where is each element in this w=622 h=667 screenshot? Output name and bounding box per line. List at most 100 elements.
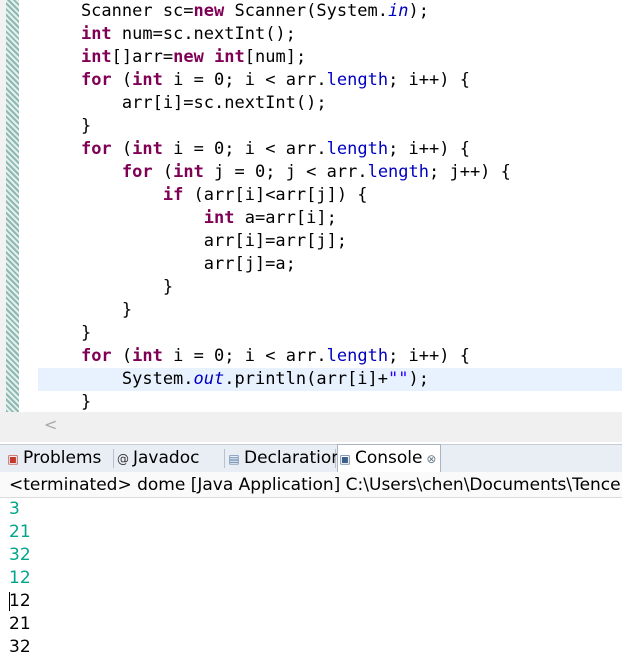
code-line[interactable]: arr[j]=a; (40, 253, 622, 276)
code-text: Scanner sc= (40, 1, 194, 21)
code-keyword: for (80, 139, 112, 159)
code-token: length (326, 70, 389, 90)
code-text: i = 0; i < arr. (162, 70, 327, 90)
code-keyword: for (80, 70, 112, 90)
code-line[interactable]: } (40, 299, 622, 322)
code-keyword: int (80, 47, 112, 67)
code-token: length (326, 346, 389, 366)
code-text: arr[j]=a; (40, 254, 296, 274)
code-text: } (40, 300, 133, 320)
code-text: []arr= (111, 47, 174, 67)
code-line[interactable]: } (40, 276, 622, 299)
code-text: ); (408, 369, 429, 389)
problems-icon: ▣ (7, 452, 19, 466)
code-line[interactable]: } (40, 115, 622, 138)
code-line[interactable]: int num=sc.nextInt(); (40, 23, 622, 46)
code-token: length (326, 139, 389, 159)
code-text: ; j++) { (429, 162, 511, 182)
code-text: [num]; (244, 47, 307, 67)
code-text: ( (111, 346, 133, 366)
code-line[interactable]: arr[i]=sc.nextInt(); (40, 92, 622, 115)
code-text: ; i++) { (388, 70, 470, 90)
code-text: j = 0; j < arr. (203, 162, 368, 182)
code-text: ; i++) { (388, 139, 470, 159)
code-line[interactable]: int[]arr=new int[num]; (40, 46, 622, 69)
code-text: Scanner(System. (224, 1, 389, 21)
code-keyword: int (80, 24, 112, 44)
code-keyword: int (203, 208, 235, 228)
console-output[interactable]: 3 21 32 12 12 21 32 (9, 498, 31, 659)
tab-label: Problems (23, 448, 102, 468)
code-line[interactable]: for (int i = 0; i < arr.length; i++) { (40, 138, 622, 161)
code-line[interactable]: arr[i]=arr[j]; (40, 230, 622, 253)
declaration-icon: ▤ (228, 452, 240, 466)
tab-label: Javadoc (133, 448, 200, 468)
console-status-header: <terminated> dome [Java Application] C:\… (0, 472, 622, 498)
code-text: .println(arr[i]+ (224, 369, 389, 389)
code-keyword: for (121, 162, 153, 182)
tab-javadoc[interactable]: @ Javadoc (116, 445, 199, 472)
code-text: (arr[i]<arr[j]) { (183, 185, 368, 205)
chevron-left-icon[interactable]: < (44, 415, 57, 434)
close-icon[interactable]: ⊗ (423, 452, 436, 466)
code-keyword: int (132, 346, 163, 366)
tab-console[interactable]: ▣ Console ⊗ (337, 444, 442, 472)
code-keyword: int (214, 47, 245, 67)
code-line[interactable]: } (40, 391, 622, 414)
code-line[interactable]: Scanner sc=new Scanner(System.in); (40, 0, 622, 23)
code-line[interactable]: if (arr[i]<arr[j]) { (40, 184, 622, 207)
console-input-line: 3 (9, 499, 20, 519)
code-text: i = 0; i < arr. (162, 346, 327, 366)
code-line[interactable]: for (int i = 0; i < arr.length; i++) { (40, 69, 622, 92)
code-text: } (40, 392, 92, 412)
code-line[interactable]: for (int j = 0; j < arr.length; j++) { (40, 161, 622, 184)
text-caret (9, 592, 10, 611)
code-text: a=arr[i]; (234, 208, 337, 228)
code-text: } (40, 116, 92, 136)
tab-label: Console (355, 448, 423, 468)
code-line-current[interactable]: System.out.println(arr[i]+""); (38, 368, 622, 391)
code-keyword: new (193, 1, 225, 21)
console-input-line: 21 (9, 522, 31, 542)
code-editor[interactable]: Scanner sc=new Scanner(System.in); int n… (0, 0, 622, 442)
code-token: length (367, 162, 429, 182)
editor-ruler-gutter (6, 0, 19, 412)
code-line[interactable]: int a=arr[i]; (40, 207, 622, 230)
code-keyword: if (162, 185, 184, 205)
code-text: } (40, 277, 174, 297)
horizontal-scrollbar[interactable]: < (0, 412, 622, 442)
console-output-line: 21 (9, 614, 31, 634)
tab-separator (113, 449, 114, 468)
code-token: out (193, 369, 225, 389)
code-keyword: int (173, 162, 204, 182)
code-token: "" (388, 369, 409, 389)
code-line[interactable]: for (int i = 0; i < arr.length; i++) { (40, 345, 622, 368)
code-area[interactable]: Scanner sc=new Scanner(System.in); int n… (38, 0, 622, 414)
code-token: in (388, 1, 409, 21)
console-output-line: 32 (9, 637, 31, 657)
view-tab-bar: ▣ Problems @ Javadoc ▤ Declaration ▣ Console ⊗ (0, 444, 622, 473)
code-text: ( (111, 70, 133, 90)
tab-label: Declaration (244, 448, 343, 468)
console-icon: ▣ (339, 452, 351, 466)
code-text: ( (111, 139, 133, 159)
code-line[interactable]: } (40, 322, 622, 345)
code-text: System. (40, 369, 194, 389)
code-text: ); (408, 1, 429, 21)
code-keyword: for (80, 346, 112, 366)
code-text: arr[i]=arr[j]; (40, 231, 348, 251)
tab-problems[interactable]: ▣ Problems (6, 445, 101, 472)
tab-separator (224, 449, 225, 468)
tab-declaration[interactable]: ▤ Declaration (227, 445, 342, 472)
code-text: ( (152, 162, 174, 182)
code-text: arr[i]=sc.nextInt(); (40, 93, 327, 113)
